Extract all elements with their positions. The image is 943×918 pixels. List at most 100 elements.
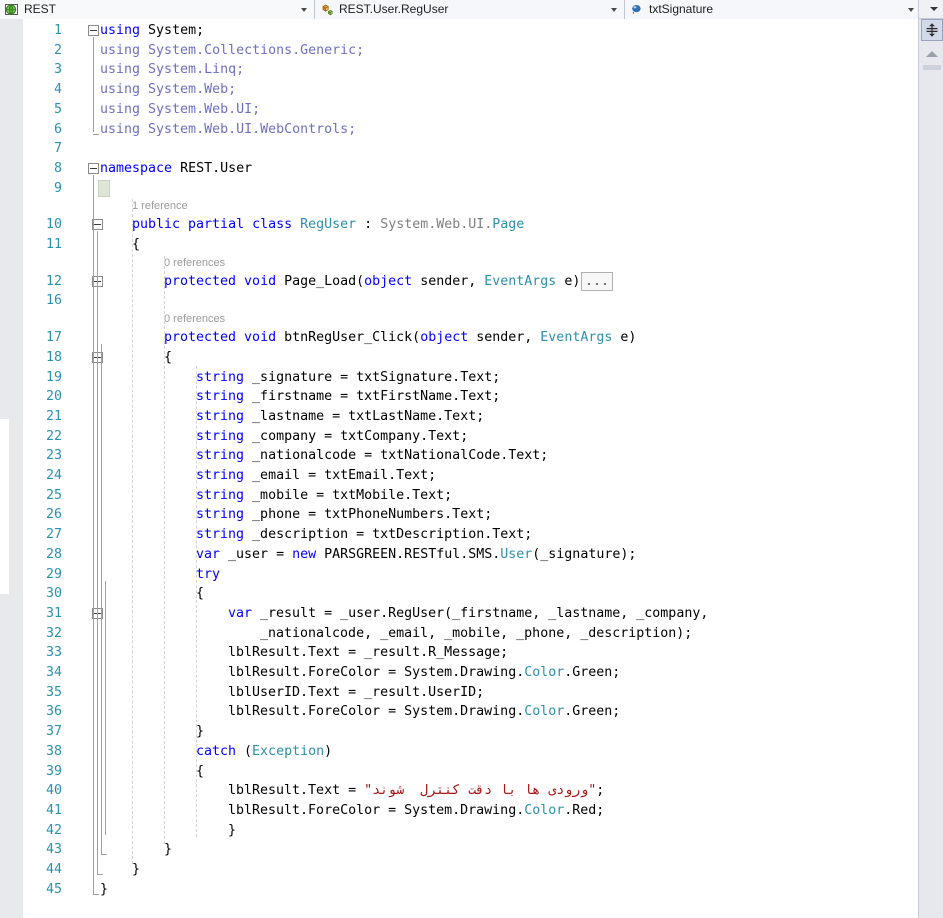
codelens-annotation[interactable]: 0 references [0, 311, 918, 328]
code-line-text[interactable]: string _phone = txtPhoneNumbers.Text; [196, 505, 492, 525]
code-line[interactable]: 44} [0, 860, 918, 880]
collapsed-region-ellipsis[interactable]: ... [581, 272, 613, 291]
code-line[interactable]: 10public partial class RegUser : System.… [0, 215, 918, 235]
code-line[interactable]: 9{ [0, 179, 918, 199]
code-line-text[interactable]: using System.Web; [100, 80, 236, 100]
code-line-text[interactable]: lblResult.Text = "ورودی ها با دقت کنترل … [228, 781, 604, 801]
code-line[interactable]: 29try [0, 565, 918, 585]
code-line[interactable]: 1using System; [0, 21, 918, 41]
code-line[interactable]: 17protected void btnRegUser_Click(object… [0, 328, 918, 348]
code-line-text[interactable]: using System.Web.UI.WebControls; [100, 120, 356, 140]
code-line-text[interactable]: { [164, 348, 172, 368]
code-line-text[interactable]: string _mobile = txtMobile.Text; [196, 486, 452, 506]
chevron-down-icon[interactable] [930, 7, 938, 11]
code-line-text[interactable]: } [100, 880, 108, 900]
code-line-text[interactable]: using System.Linq; [100, 60, 244, 80]
code-line-text[interactable]: public partial class RegUser : System.We… [132, 215, 524, 235]
code-line-text[interactable]: string _nationalcode = txtNationalCode.T… [196, 446, 548, 466]
code-line[interactable]: 32_nationalcode, _email, _mobile, _phone… [0, 624, 918, 644]
code-line-text[interactable]: namespace REST.User [100, 159, 252, 179]
chevron-down-icon[interactable] [606, 0, 622, 19]
code-line[interactable]: 4using System.Web; [0, 80, 918, 100]
code-editor-surface[interactable]: 1using System;2using System.Collections.… [0, 19, 918, 918]
code-line-text[interactable]: string _signature = txtSignature.Text; [196, 368, 500, 388]
code-line[interactable]: 41lblResult.ForeColor = System.Drawing.C… [0, 801, 918, 821]
code-line-text[interactable]: string _company = txtCompany.Text; [196, 427, 468, 447]
code-line-text[interactable]: try [196, 565, 220, 585]
codelens-reference-count[interactable]: 0 references [164, 255, 225, 272]
code-line-text[interactable]: string _lastname = txtLastName.Text; [196, 407, 484, 427]
code-line[interactable]: 20string _firstname = txtFirstName.Text; [0, 387, 918, 407]
code-line[interactable]: 37} [0, 722, 918, 742]
code-line-text[interactable]: { [196, 762, 204, 782]
code-line-text[interactable]: var _result = _user.RegUser(_firstname, … [228, 604, 708, 624]
code-line[interactable]: 16 [0, 291, 918, 311]
code-line[interactable]: 27string _description = txtDescription.T… [0, 525, 918, 545]
code-line[interactable]: 45} [0, 880, 918, 900]
code-line[interactable]: 39{ [0, 762, 918, 782]
type-dropdown[interactable]: REST.User.RegUser [315, 0, 625, 19]
chevron-down-icon[interactable] [296, 0, 312, 19]
code-line-text[interactable]: lblResult.ForeColor = System.Drawing.Col… [228, 663, 620, 683]
code-line[interactable]: 21string _lastname = txtLastName.Text; [0, 407, 918, 427]
code-line-text[interactable]: using System.Collections.Generic; [100, 41, 364, 61]
code-line-text[interactable]: catch (Exception) [196, 742, 332, 762]
code-line[interactable]: 38catch (Exception) [0, 742, 918, 762]
split-view-icon[interactable] [921, 19, 943, 41]
code-line[interactable]: 7 [0, 139, 918, 159]
code-line[interactable]: 35lblUserID.Text = _result.UserID; [0, 683, 918, 703]
code-line[interactable]: 43} [0, 840, 918, 860]
code-line-text[interactable]: { [132, 235, 140, 255]
code-line-text[interactable]: protected void Page_Load(object sender, … [164, 272, 580, 292]
code-line-text[interactable]: lblResult.Text = _result.R_Message; [228, 643, 508, 663]
code-line[interactable]: 36lblResult.ForeColor = System.Drawing.C… [0, 702, 918, 722]
code-line[interactable]: 33lblResult.Text = _result.R_Message; [0, 643, 918, 663]
outline-toggle-namespace[interactable] [88, 163, 99, 174]
code-line-text[interactable]: } [196, 722, 204, 742]
code-line[interactable]: 40lblResult.Text = "ورودی ها با دقت کنتر… [0, 781, 918, 801]
project-dropdown[interactable]: REST [0, 0, 315, 19]
code-line-text[interactable]: using System; [100, 21, 204, 41]
codelens-annotation[interactable]: 1 reference [0, 198, 918, 215]
code-line[interactable]: 42} [0, 821, 918, 841]
code-line-text[interactable]: protected void btnRegUser_Click(object s… [164, 328, 636, 348]
code-line[interactable]: 31var _result = _user.RegUser(_firstname… [0, 604, 918, 624]
codelens-reference-count[interactable]: 0 references [164, 311, 225, 328]
vertical-scrollbar[interactable] [918, 19, 943, 918]
code-line[interactable]: 12protected void Page_Load(object sender… [0, 272, 918, 292]
code-line-text[interactable]: string _description = txtDescription.Tex… [196, 525, 532, 545]
code-line[interactable]: 34lblResult.ForeColor = System.Drawing.C… [0, 663, 918, 683]
code-line[interactable]: 2using System.Collections.Generic; [0, 41, 918, 61]
code-line[interactable]: 18{ [0, 348, 918, 368]
code-line[interactable]: 11{ [0, 235, 918, 255]
scrollbar-thumb[interactable] [923, 65, 941, 70]
member-dropdown[interactable]: txtSignature [625, 0, 921, 19]
code-line-text[interactable]: } [228, 821, 236, 841]
code-line[interactable]: 30{ [0, 584, 918, 604]
code-line[interactable]: 25string _mobile = txtMobile.Text; [0, 486, 918, 506]
code-line-text[interactable]: lblUserID.Text = _result.UserID; [228, 683, 484, 703]
code-line[interactable]: 5using System.Web.UI; [0, 100, 918, 120]
code-line[interactable]: 19string _signature = txtSignature.Text; [0, 368, 918, 388]
code-line-text[interactable]: { [196, 584, 204, 604]
code-line-text[interactable]: _nationalcode, _email, _mobile, _phone, … [260, 624, 692, 644]
code-line[interactable]: 26string _phone = txtPhoneNumbers.Text; [0, 505, 918, 525]
code-line[interactable]: 22string _company = txtCompany.Text; [0, 427, 918, 447]
code-line[interactable]: 23string _nationalcode = txtNationalCode… [0, 446, 918, 466]
codelens-annotation[interactable]: 0 references [0, 255, 918, 272]
code-line-text[interactable]: lblResult.ForeColor = System.Drawing.Col… [228, 801, 604, 821]
code-line-text[interactable]: string _email = txtEmail.Text; [196, 466, 436, 486]
code-line-text[interactable]: lblResult.ForeColor = System.Drawing.Col… [228, 702, 620, 722]
codelens-reference-count[interactable]: 1 reference [132, 198, 188, 215]
code-line-text[interactable]: string _firstname = txtFirstName.Text; [196, 387, 500, 407]
code-line-text[interactable]: var _user = new PARSGREEN.RESTful.SMS.Us… [196, 545, 636, 565]
code-line-text[interactable]: } [164, 840, 172, 860]
code-line[interactable]: 3using System.Linq; [0, 60, 918, 80]
chevron-down-icon[interactable] [903, 0, 919, 19]
code-line[interactable]: 28var _user = new PARSGREEN.RESTful.SMS.… [0, 545, 918, 565]
outline-toggle-usings[interactable] [88, 25, 99, 36]
scroll-up-arrow-icon[interactable] [921, 45, 942, 63]
code-line-text[interactable]: using System.Web.UI; [100, 100, 260, 120]
code-line-text[interactable]: } [132, 860, 140, 880]
code-line[interactable]: 6using System.Web.UI.WebControls; [0, 120, 918, 140]
